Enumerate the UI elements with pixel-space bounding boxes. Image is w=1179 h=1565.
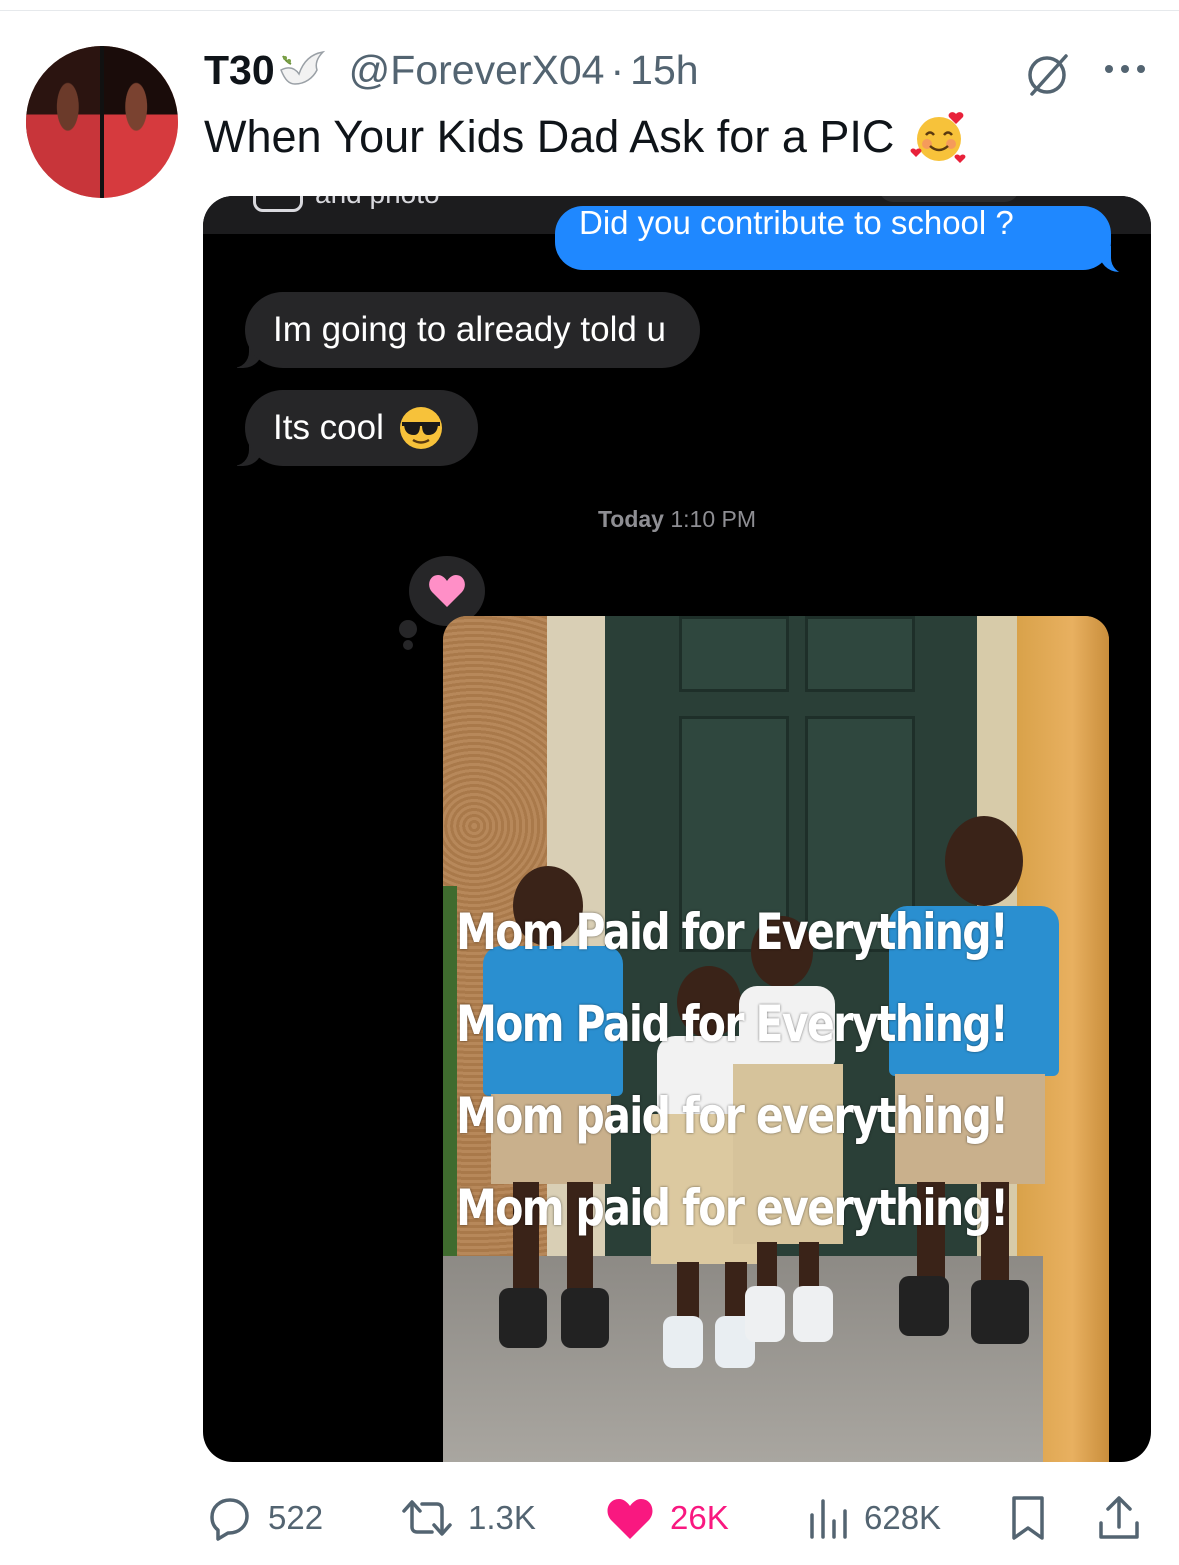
dove-icon	[279, 50, 325, 85]
grok-icon[interactable]	[1022, 50, 1072, 98]
separator-dot: ·	[610, 46, 625, 93]
incoming-message-bubble: Its cool	[245, 390, 478, 466]
media-card[interactable]: and photo Did you contribute to school ?…	[203, 196, 1151, 1462]
heart-filled-icon	[607, 1499, 653, 1539]
like-button[interactable]: 26K	[604, 1490, 729, 1546]
view-count: 628K	[864, 1499, 942, 1536]
topbar-pill	[879, 196, 1019, 202]
incoming-message-text: Its cool	[273, 408, 384, 447]
caption-line: Mom paid for everything!	[456, 1179, 1009, 1237]
reply-button[interactable]: 522	[204, 1490, 323, 1546]
message-timestamp: Today 1:10 PM	[203, 506, 1151, 533]
post-header: T30 @ForeverX04 · 15h	[204, 44, 699, 96]
reply-icon	[210, 1498, 249, 1541]
incoming-message-bubble: Im going to already told u	[245, 292, 701, 368]
repost-icon	[402, 1500, 452, 1536]
like-count: 26K	[670, 1499, 729, 1536]
user-handle[interactable]: @ForeverX04	[349, 47, 605, 94]
more-options-icon[interactable]	[1100, 54, 1150, 84]
bookmark-button[interactable]	[1008, 1490, 1062, 1546]
post-text-content: When Your Kids Dad Ask for a PIC	[204, 111, 895, 162]
incoming-message-text: Im going to already told u	[273, 310, 667, 349]
smiling-face-with-hearts-icon	[910, 112, 966, 163]
sunglasses-emoji-icon	[399, 407, 442, 449]
photo-caption-overlay: Mom Paid for Everything! Mom Paid for Ev…	[443, 886, 1009, 1254]
repost-count: 1.3K	[468, 1499, 536, 1536]
share-button[interactable]	[1096, 1490, 1156, 1546]
views-button[interactable]: 628K	[806, 1490, 941, 1546]
action-bar: 522 1.3K 26K 628K	[0, 1490, 1179, 1546]
timestamp-day: Today	[597, 506, 664, 532]
share-icon	[1099, 1496, 1139, 1539]
caption-line: Mom Paid for Everything!	[456, 995, 1009, 1053]
caption-line: Mom paid for everything!	[456, 1087, 1009, 1145]
post-text: When Your Kids Dad Ask for a PIC	[204, 108, 968, 166]
bookmark-icon	[1012, 1496, 1044, 1540]
timestamp-time: 1:10 PM	[670, 506, 757, 532]
photo-attachment[interactable]: Mom Paid for Everything! Mom Paid for Ev…	[443, 616, 1109, 1462]
topbar-shape	[253, 196, 303, 212]
reply-count: 522	[268, 1499, 324, 1536]
repost-button[interactable]: 1.3K	[400, 1490, 536, 1546]
outgoing-message-bubble: Did you contribute to school ?	[555, 206, 1111, 270]
caption-line: Mom Paid for Everything!	[456, 903, 1009, 961]
analytics-icon	[810, 1499, 847, 1539]
top-divider	[0, 10, 1179, 11]
topbar-text: and photo	[315, 196, 440, 210]
avatar[interactable]	[26, 46, 178, 198]
post-time[interactable]: 15h	[630, 47, 698, 94]
heart-reaction-icon	[429, 575, 465, 607]
display-name[interactable]: T30	[204, 47, 275, 94]
outgoing-message-text: Did you contribute to school ?	[579, 206, 1014, 241]
